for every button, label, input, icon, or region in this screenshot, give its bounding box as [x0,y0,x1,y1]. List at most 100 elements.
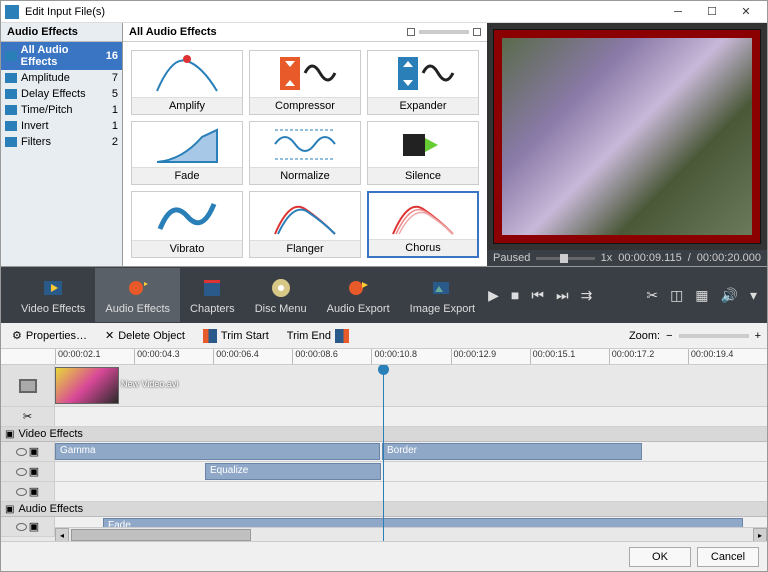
playback-speed: 1x [601,252,613,264]
prev-button[interactable]: ⏮ [531,287,544,304]
effect-expander[interactable]: Expander [367,50,479,115]
scrollbar-thumb[interactable] [71,529,251,541]
effect-fade[interactable]: Fade [131,121,243,186]
minimize-button[interactable]: ─ [661,2,695,22]
sidebar-item-timepitch[interactable]: Time/Pitch1 [1,102,122,118]
ribbon-video-effects[interactable]: Video Effects [11,268,95,322]
play-button[interactable]: ▶ [488,287,499,304]
zoom-in-button[interactable]: + [755,330,761,342]
effects-header: All Audio Effects [129,26,217,38]
collapse-icon[interactable]: ▣ [29,485,39,498]
speed-slider[interactable] [536,257,594,260]
film-icon [19,379,37,393]
dialog-footer: OK Cancel [1,541,767,571]
time-duration: 00:00:20.000 [697,252,761,264]
trim-end-button[interactable]: Trim End [282,327,354,345]
trim-start-button[interactable]: Trim Start [198,327,274,345]
effect-amplify[interactable]: Amplify [131,50,243,115]
collapse-icon[interactable]: ▣ [29,445,39,458]
collapse-icon[interactable]: ▣ [29,465,39,478]
cut-icon[interactable]: ✂ [646,287,658,304]
effect-track-3[interactable] [55,482,767,501]
folder-icon [5,51,17,61]
eye-icon[interactable] [16,448,27,456]
folder-icon [5,121,17,131]
ribbon-disc-menu[interactable]: Disc Menu [245,268,317,322]
effect-silence[interactable]: Silence [367,121,479,186]
ok-button[interactable]: OK [629,547,691,567]
sidebar-item-delay[interactable]: Delay Effects5 [1,86,122,102]
effect-normalize[interactable]: Normalize [249,121,361,186]
scroll-right-button[interactable]: ▸ [753,528,767,541]
folder-icon [5,105,17,115]
zoom-slider[interactable] [679,334,749,338]
close-button[interactable]: ✕ [729,2,763,22]
playhead[interactable] [383,365,384,541]
ribbon-audio-effects[interactable]: Audio Effects [95,268,180,322]
ribbon-image-export[interactable]: Image Export [400,268,485,322]
folder-icon [5,73,17,83]
clip-gamma[interactable]: Gamma [55,443,380,460]
properties-button[interactable]: ⚙Properties… [7,327,92,344]
eye-icon[interactable] [16,523,27,531]
zoom-out-button[interactable]: − [666,330,672,342]
ribbon: Video Effects Audio Effects Chapters Dis… [1,267,767,323]
time-position: 00:00:09.115 [618,252,681,264]
thumbnail-size-slider[interactable] [407,28,481,36]
video-clip[interactable] [55,367,119,404]
clip-equalize[interactable]: Equalize [205,463,381,480]
zoom-label: Zoom: [629,330,660,342]
ribbon-audio-export[interactable]: Audio Export [317,268,400,322]
effects-browser: All Audio Effects Amplify Compressor Exp… [123,23,487,266]
sidebar-item-all[interactable]: All Audio Effects16 [1,42,122,70]
delete-object-button[interactable]: ✕Delete Object [100,327,190,344]
folder-icon [5,89,17,99]
scissors-icon: ✂ [23,410,32,423]
volume-icon[interactable]: 🔊 [721,287,738,304]
timeline-toolbar: ⚙Properties… ✕Delete Object Trim Start T… [1,323,767,349]
timeline: New Video.avi ✂ ▣ Video Effects ▣ GammaBo… [1,365,767,541]
app-icon [5,5,19,19]
sidebar-item-invert[interactable]: Invert1 [1,118,122,134]
sidebar-item-amplitude[interactable]: Amplitude7 [1,70,122,86]
sidebar-header: Audio Effects [1,23,122,42]
video-track[interactable]: New Video.avi [55,365,767,406]
crop-icon[interactable]: ◫ [670,287,683,304]
effect-compressor[interactable]: Compressor [249,50,361,115]
preview-video[interactable] [493,29,761,244]
ribbon-chapters[interactable]: Chapters [180,268,245,322]
gear-icon: ⚙ [12,329,22,342]
clip-border[interactable]: Border [382,443,642,460]
collapse-icon[interactable]: ▣ [29,520,39,533]
effect-track-2[interactable]: Equalize [55,462,767,481]
video-effects-section[interactable]: ▣ Video Effects [1,427,767,442]
audio-effects-section[interactable]: ▣ Audio Effects [1,502,767,517]
dropdown-icon[interactable]: ▾ [750,287,757,304]
sidebar-item-filters[interactable]: Filters2 [1,134,122,150]
effect-flanger[interactable]: Flanger [249,191,361,258]
preview-panel: Paused 1x 00:00:09.115/ 00:00:20.000 [487,23,767,266]
effects-sidebar: Audio Effects All Audio Effects16 Amplit… [1,23,123,266]
eye-icon[interactable] [16,468,27,476]
eye-icon[interactable] [16,488,27,496]
stop-button[interactable]: ■ [511,287,519,303]
timeline-scrollbar[interactable]: ◂▸ [55,527,767,541]
maximize-button[interactable]: ☐ [695,2,729,22]
cancel-button[interactable]: Cancel [697,547,759,567]
effect-vibrato[interactable]: Vibrato [131,191,243,258]
trim-start-icon [203,329,217,343]
timeline-ruler[interactable]: 00:00:02.100:00:04.300:00:06.400:00:08.6… [1,349,767,365]
scroll-left-button[interactable]: ◂ [55,528,69,541]
effect-chorus[interactable]: Chorus [367,191,479,258]
window-title: Edit Input File(s) [25,6,661,18]
effect-track-1[interactable]: GammaBorder [55,442,767,461]
cut-track[interactable] [55,407,767,426]
folder-icon [5,137,17,147]
titlebar: Edit Input File(s) ─ ☐ ✕ [1,1,767,23]
loop-button[interactable]: ⇉ [581,287,593,304]
snapshot-icon[interactable]: ▦ [695,287,708,304]
trim-end-icon [335,329,349,343]
playback-status: Paused [493,252,530,264]
x-icon: ✕ [105,329,114,342]
next-button[interactable]: ⏭ [556,287,569,304]
